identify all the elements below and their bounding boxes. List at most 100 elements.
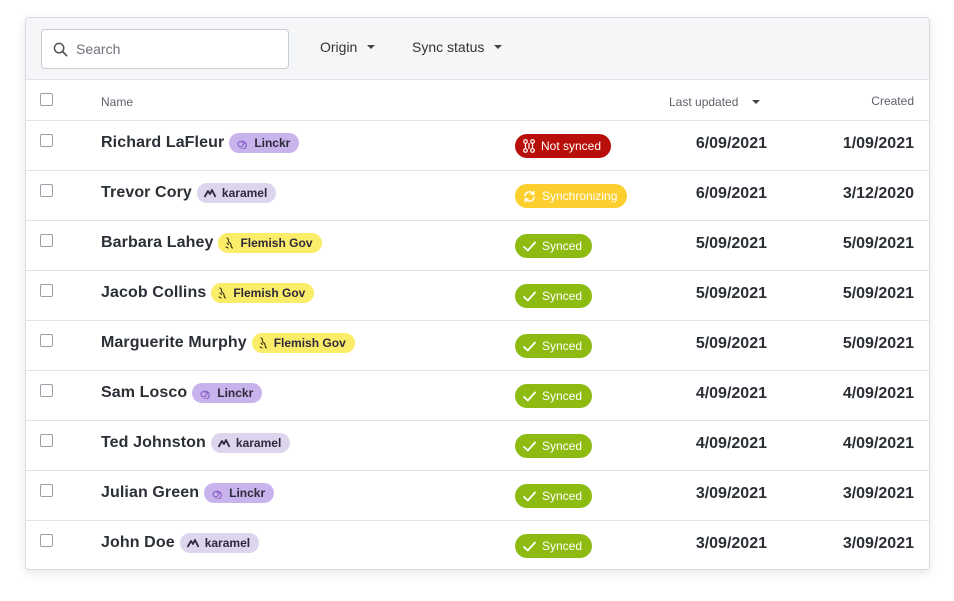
origin-badge-karamel: karamel [179, 533, 260, 553]
person-name[interactable]: Richard LaFleur [101, 134, 224, 152]
sort-desc-icon [752, 100, 761, 104]
search-box[interactable] [41, 29, 289, 69]
row-checkbox[interactable] [40, 134, 53, 147]
person-name[interactable]: Barbara Lahey [101, 234, 213, 252]
table-row[interactable]: Richard LaFleur Linckr Not synced 6/09/2021… [26, 121, 929, 171]
origin-badge-label: karamel [221, 186, 268, 200]
origin-badge-label: Flemish Gov [273, 336, 346, 350]
column-header-last-updated[interactable]: Last updated [669, 95, 761, 109]
select-all-checkbox[interactable] [40, 93, 53, 106]
origin-filter-dropdown[interactable]: Origin [320, 39, 376, 55]
status-badge-label: Synchronizing [542, 189, 618, 203]
name-cell: John Doe karamel [101, 533, 260, 553]
created-date: 5/09/2021 [842, 285, 914, 302]
origin-badge-karamel: karamel [210, 433, 291, 453]
origin-badge-linckr: Linckr [229, 133, 300, 153]
origin-badge-label: Flemish Gov [233, 286, 306, 300]
checkmark-icon [523, 391, 542, 402]
row-checkbox[interactable] [40, 484, 53, 497]
origin-badge-flemish-gov: Flemish Gov [211, 283, 315, 303]
name-cell: Jacob Collins Flemish Gov [101, 283, 315, 303]
origin-badge-label: Flemish Gov [240, 236, 313, 250]
spiral-icon [199, 387, 217, 399]
status-badge-label: Synced [542, 389, 583, 403]
table-row[interactable]: John Doe karamel Synced 3/09/2021 3/09/2021 [26, 521, 929, 569]
table-row[interactable]: Ted Johnston karamel Synced 4/09/2021 4/09/2… [26, 421, 929, 471]
person-name[interactable]: Ted Johnston [101, 434, 206, 452]
search-icon [53, 42, 68, 56]
origin-badge-label: karamel [235, 436, 282, 450]
sync-status-filter-label: Sync status [412, 39, 485, 55]
last-updated-date: 6/09/2021 [695, 135, 767, 152]
name-cell: Marguerite Murphy Flemish Gov [101, 333, 355, 353]
last-updated-date: 3/09/2021 [695, 485, 767, 502]
row-checkbox[interactable] [40, 334, 53, 347]
checkmark-icon [523, 241, 542, 252]
status-badge-synced: Synced [515, 384, 593, 408]
row-checkbox[interactable] [40, 384, 53, 397]
last-updated-date: 5/09/2021 [695, 335, 767, 352]
person-name[interactable]: Marguerite Murphy [101, 334, 247, 352]
row-checkbox[interactable] [40, 234, 53, 247]
mountain-icon [217, 438, 236, 448]
created-date: 5/09/2021 [842, 335, 914, 352]
person-name[interactable]: Sam Losco [101, 384, 187, 402]
person-name[interactable]: Jacob Collins [101, 284, 206, 302]
origin-badge-linckr: Linckr [204, 483, 275, 503]
origin-filter-label: Origin [320, 39, 358, 55]
created-date: 3/09/2021 [842, 485, 914, 502]
person-name[interactable]: John Doe [101, 534, 175, 552]
table-row[interactable]: Trevor Cory karamel Synchronizing 6/09/2021… [26, 171, 929, 221]
name-cell: Richard LaFleur Linckr [101, 133, 300, 153]
table-row[interactable]: Barbara Lahey Flemish Gov Synced 5/09/2021 5… [26, 221, 929, 271]
mountain-icon [186, 538, 205, 548]
person-name[interactable]: Trevor Cory [101, 184, 192, 202]
row-checkbox[interactable] [40, 534, 53, 547]
name-cell: Barbara Lahey Flemish Gov [101, 233, 322, 253]
status-badge-synchronizing: Synchronizing [515, 184, 628, 208]
status-badge-label: Synced [542, 439, 583, 453]
status-badge-label: Synced [542, 239, 583, 253]
created-date: 1/09/2021 [842, 135, 914, 152]
origin-badge-label: Linckr [254, 136, 291, 150]
search-input[interactable] [74, 33, 278, 65]
status-badge-label: Synced [542, 289, 583, 303]
created-date: 3/09/2021 [842, 535, 914, 552]
table-row[interactable]: Sam Losco Linckr Synced 4/09/2021 4/09/2021 [26, 371, 929, 421]
checkmark-icon [523, 291, 542, 302]
column-header-created[interactable]: Created [871, 94, 914, 108]
last-updated-date: 5/09/2021 [695, 235, 767, 252]
name-cell: Trevor Cory karamel [101, 183, 277, 203]
last-updated-date: 6/09/2021 [695, 185, 767, 202]
last-updated-date: 5/09/2021 [695, 285, 767, 302]
created-date: 3/12/2020 [842, 185, 914, 202]
origin-badge-label: Linckr [229, 486, 266, 500]
broken-link-icon [523, 139, 541, 153]
status-badge-label: Synced [542, 339, 583, 353]
table-body: Richard LaFleur Linckr Not synced 6/09/2021… [26, 121, 929, 569]
table-row[interactable]: Marguerite Murphy Flemish Gov Synced 5/09/2… [26, 321, 929, 371]
chevron-down-icon [494, 45, 503, 49]
name-cell: Ted Johnston karamel [101, 433, 291, 453]
table-header: Name Last updated Created [26, 80, 929, 121]
table-row[interactable]: Jacob Collins Flemish Gov Synced 5/09/2021 5… [26, 271, 929, 321]
row-checkbox[interactable] [40, 184, 53, 197]
row-checkbox[interactable] [40, 284, 53, 297]
status-badge-synced: Synced [515, 234, 593, 258]
status-badge-synced: Synced [515, 434, 593, 458]
users-table-card: Origin Sync status Name Last updated Cre… [25, 17, 930, 570]
table-row[interactable]: Julian Green Linckr Synced 3/09/2021 3/09/20… [26, 471, 929, 521]
status-badge-label: Synced [542, 489, 583, 503]
column-header-last-updated-label: Last updated [669, 95, 739, 109]
status-badge-label: Not synced [541, 139, 602, 153]
chevron-down-icon [367, 45, 376, 49]
column-header-name[interactable]: Name [101, 95, 133, 109]
sync-status-filter-dropdown[interactable]: Sync status [412, 39, 503, 55]
row-checkbox[interactable] [40, 434, 53, 447]
checkmark-icon [523, 491, 542, 502]
table-toolbar: Origin Sync status [26, 18, 929, 80]
spiral-icon [236, 137, 254, 149]
lion-icon [259, 337, 274, 349]
person-name[interactable]: Julian Green [101, 484, 199, 502]
last-updated-date: 4/09/2021 [695, 385, 767, 402]
